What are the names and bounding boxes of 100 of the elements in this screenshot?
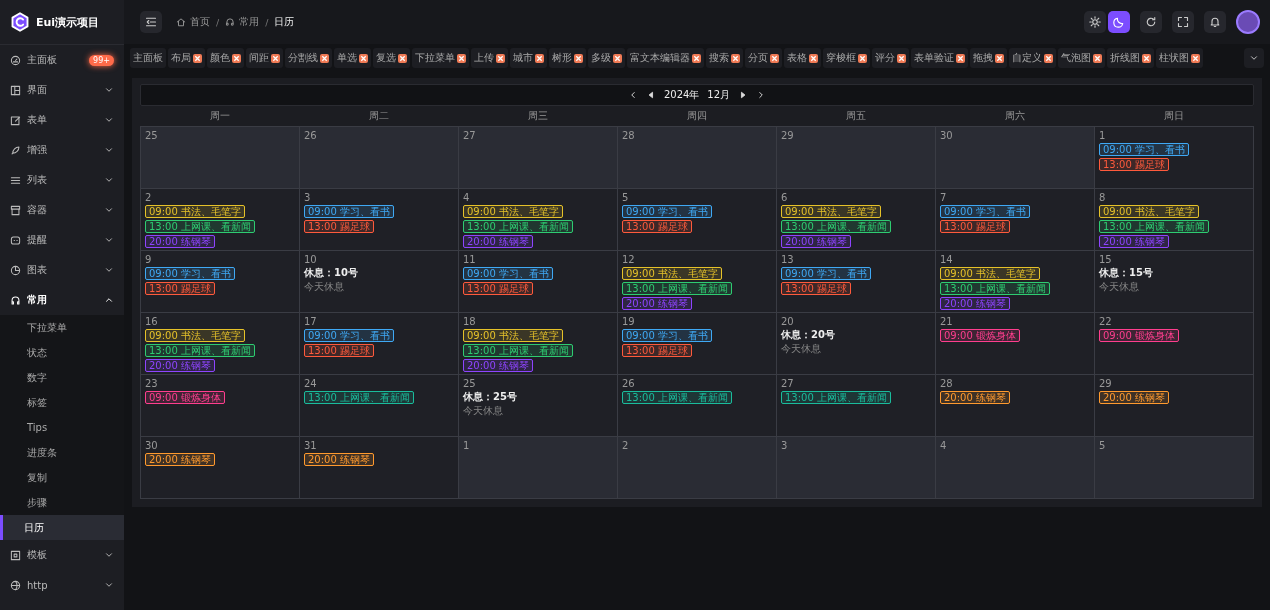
event-tag[interactable]: 13:00 上网课、看新闻	[1099, 220, 1209, 233]
calendar-day-cell[interactable]: 18 09:00 书法、毛笔字 13:00 上网课、看新闻 20:00 练钢琴	[459, 313, 618, 375]
page-tab[interactable]: 穿梭框	[823, 48, 870, 68]
calendar-day-cell[interactable]: 3	[777, 437, 936, 499]
calendar-day-cell[interactable]: 15 休息：15号 今天休息	[1095, 251, 1254, 313]
event-tag[interactable]: 13:00 踢足球	[781, 282, 851, 295]
calendar-day-cell[interactable]: 19 09:00 学习、看书 13:00 踢足球	[618, 313, 777, 375]
sidebar-item[interactable]: 列表	[0, 165, 124, 195]
page-tab[interactable]: 上传	[471, 48, 508, 68]
calendar-day-cell[interactable]: 30	[936, 127, 1095, 189]
calendar-day-cell[interactable]: 8 09:00 书法、毛笔字 13:00 上网课、看新闻 20:00 练钢琴	[1095, 189, 1254, 251]
calendar-day-cell[interactable]: 28	[618, 127, 777, 189]
calendar-day-cell[interactable]: 9 09:00 学习、看书 13:00 踢足球	[141, 251, 300, 313]
calendar-day-cell[interactable]: 14 09:00 书法、毛笔字 13:00 上网课、看新闻 20:00 练钢琴	[936, 251, 1095, 313]
event-tag[interactable]: 09:00 书法、毛笔字	[622, 267, 722, 280]
calendar-day-cell[interactable]: 13 09:00 学习、看书 13:00 踢足球	[777, 251, 936, 313]
event-tag[interactable]: 09:00 锻炼身体	[145, 391, 225, 404]
calendar-day-cell[interactable]: 1 09:00 学习、看书 13:00 踢足球	[1095, 127, 1254, 189]
calendar-day-cell[interactable]: 27 13:00 上网课、看新闻	[777, 375, 936, 437]
page-tab[interactable]: 柱状图	[1156, 48, 1203, 68]
event-tag[interactable]: 20:00 练钢琴	[145, 453, 215, 466]
page-tab[interactable]: 单选	[334, 48, 371, 68]
event-tag[interactable]: 09:00 书法、毛笔字	[463, 329, 563, 342]
event-tag[interactable]: 13:00 踢足球	[622, 220, 692, 233]
calendar-day-cell[interactable]: 2	[618, 437, 777, 499]
event-tag[interactable]: 09:00 锻炼身体	[940, 329, 1020, 342]
sidebar-item[interactable]: 增强	[0, 135, 124, 165]
breadcrumb-link[interactable]: 常用	[239, 15, 260, 29]
event-tag[interactable]: 09:00 锻炼身体	[1099, 329, 1179, 342]
page-tab[interactable]: 颜色	[207, 48, 244, 68]
page-tab[interactable]: 气泡图	[1058, 48, 1105, 68]
calendar-day-cell[interactable]: 25 休息：25号 今天休息	[459, 375, 618, 437]
submenu-item[interactable]: 复制	[0, 465, 124, 490]
calendar-day-cell[interactable]: 16 09:00 书法、毛笔字 13:00 上网课、看新闻 20:00 练钢琴	[141, 313, 300, 375]
calendar-day-cell[interactable]: 4	[936, 437, 1095, 499]
page-tab[interactable]: 评分	[872, 48, 909, 68]
event-tag[interactable]: 09:00 书法、毛笔字	[940, 267, 1040, 280]
calendar-day-cell[interactable]: 29	[777, 127, 936, 189]
event-tag[interactable]: 20:00 练钢琴	[304, 453, 374, 466]
calendar-day-cell[interactable]: 23 09:00 锻炼身体	[141, 375, 300, 437]
calendar-day-cell[interactable]: 11 09:00 学习、看书 13:00 踢足球	[459, 251, 618, 313]
page-tab[interactable]: 主面板	[130, 48, 166, 68]
event-tag[interactable]: 13:00 上网课、看新闻	[463, 344, 573, 357]
calendar-day-cell[interactable]: 31 20:00 练钢琴	[300, 437, 459, 499]
event-tag[interactable]: 09:00 学习、看书	[622, 205, 712, 218]
event-tag[interactable]: 13:00 踢足球	[304, 220, 374, 233]
sidebar-item[interactable]: 常用	[0, 285, 124, 315]
calendar-day-cell[interactable]: 25	[141, 127, 300, 189]
calendar-day-cell[interactable]: 20 休息：20号 今天休息	[777, 313, 936, 375]
submenu-item[interactable]: Tips	[0, 415, 124, 440]
submenu-item[interactable]: 标签	[0, 390, 124, 415]
event-tag[interactable]: 09:00 学习、看书	[463, 267, 553, 280]
event-tag[interactable]: 13:00 上网课、看新闻	[781, 391, 891, 404]
page-tab[interactable]: 城市	[510, 48, 547, 68]
page-tab[interactable]: 表格	[784, 48, 821, 68]
sidebar-item[interactable]: 表单	[0, 105, 124, 135]
event-tag[interactable]: 09:00 书法、毛笔字	[145, 205, 245, 218]
submenu-item[interactable]: 日历	[0, 515, 124, 540]
event-tag[interactable]: 13:00 上网课、看新闻	[622, 282, 732, 295]
sidebar-item[interactable]: 容器	[0, 195, 124, 225]
event-tag[interactable]: 09:00 学习、看书	[622, 329, 712, 342]
calendar-day-cell[interactable]: 30 20:00 练钢琴	[141, 437, 300, 499]
page-tab[interactable]: 下拉菜单	[412, 48, 469, 68]
page-tab[interactable]: 自定义	[1009, 48, 1056, 68]
calendar-day-cell[interactable]: 22 09:00 锻炼身体	[1095, 313, 1254, 375]
event-tag[interactable]: 20:00 练钢琴	[1099, 391, 1169, 404]
event-tag[interactable]: 13:00 踢足球	[940, 220, 1010, 233]
event-tag[interactable]: 09:00 学习、看书	[781, 267, 871, 280]
page-tab[interactable]: 表单验证	[911, 48, 968, 68]
calendar-day-cell[interactable]: 5 09:00 学习、看书 13:00 踢足球	[618, 189, 777, 251]
event-tag[interactable]: 13:00 上网课、看新闻	[940, 282, 1050, 295]
calendar-day-cell[interactable]: 24 13:00 上网课、看新闻	[300, 375, 459, 437]
event-tag[interactable]: 13:00 踢足球	[1099, 158, 1169, 171]
event-tag[interactable]: 09:00 学习、看书	[1099, 143, 1189, 156]
calendar-day-cell[interactable]: 12 09:00 书法、毛笔字 13:00 上网课、看新闻 20:00 练钢琴	[618, 251, 777, 313]
calendar-day-cell[interactable]: 27	[459, 127, 618, 189]
page-tab[interactable]: 复选	[373, 48, 410, 68]
sidebar-item[interactable]: 主面板 99+	[0, 45, 124, 75]
event-tag[interactable]: 09:00 学习、看书	[145, 267, 235, 280]
page-tab[interactable]: 间距	[246, 48, 283, 68]
sidebar-item[interactable]: 图表	[0, 255, 124, 285]
event-tag[interactable]: 09:00 书法、毛笔字	[781, 205, 881, 218]
event-tag[interactable]: 13:00 上网课、看新闻	[145, 344, 255, 357]
submenu-item[interactable]: 数字	[0, 365, 124, 390]
breadcrumb-link[interactable]: 首页	[190, 15, 210, 29]
calendar-day-cell[interactable]: 26 13:00 上网课、看新闻	[618, 375, 777, 437]
calendar-day-cell[interactable]: 4 09:00 书法、毛笔字 13:00 上网课、看新闻 20:00 练钢琴	[459, 189, 618, 251]
page-tab[interactable]: 拖拽	[970, 48, 1007, 68]
calendar-day-cell[interactable]: 21 09:00 锻炼身体	[936, 313, 1095, 375]
event-tag[interactable]: 13:00 踢足球	[622, 344, 692, 357]
calendar-day-cell[interactable]: 28 20:00 练钢琴	[936, 375, 1095, 437]
calendar-day-cell[interactable]: 6 09:00 书法、毛笔字 13:00 上网课、看新闻 20:00 练钢琴	[777, 189, 936, 251]
page-tab[interactable]: 树形	[549, 48, 586, 68]
calendar-day-cell[interactable]: 2 09:00 书法、毛笔字 13:00 上网课、看新闻 20:00 练钢琴	[141, 189, 300, 251]
event-tag[interactable]: 13:00 上网课、看新闻	[622, 391, 732, 404]
calendar-day-cell[interactable]: 29 20:00 练钢琴	[1095, 375, 1254, 437]
submenu-item[interactable]: 状态	[0, 340, 124, 365]
event-tag[interactable]: 13:00 上网课、看新闻	[304, 391, 414, 404]
calendar-day-cell[interactable]: 1	[459, 437, 618, 499]
sidebar-item[interactable]: 界面	[0, 75, 124, 105]
